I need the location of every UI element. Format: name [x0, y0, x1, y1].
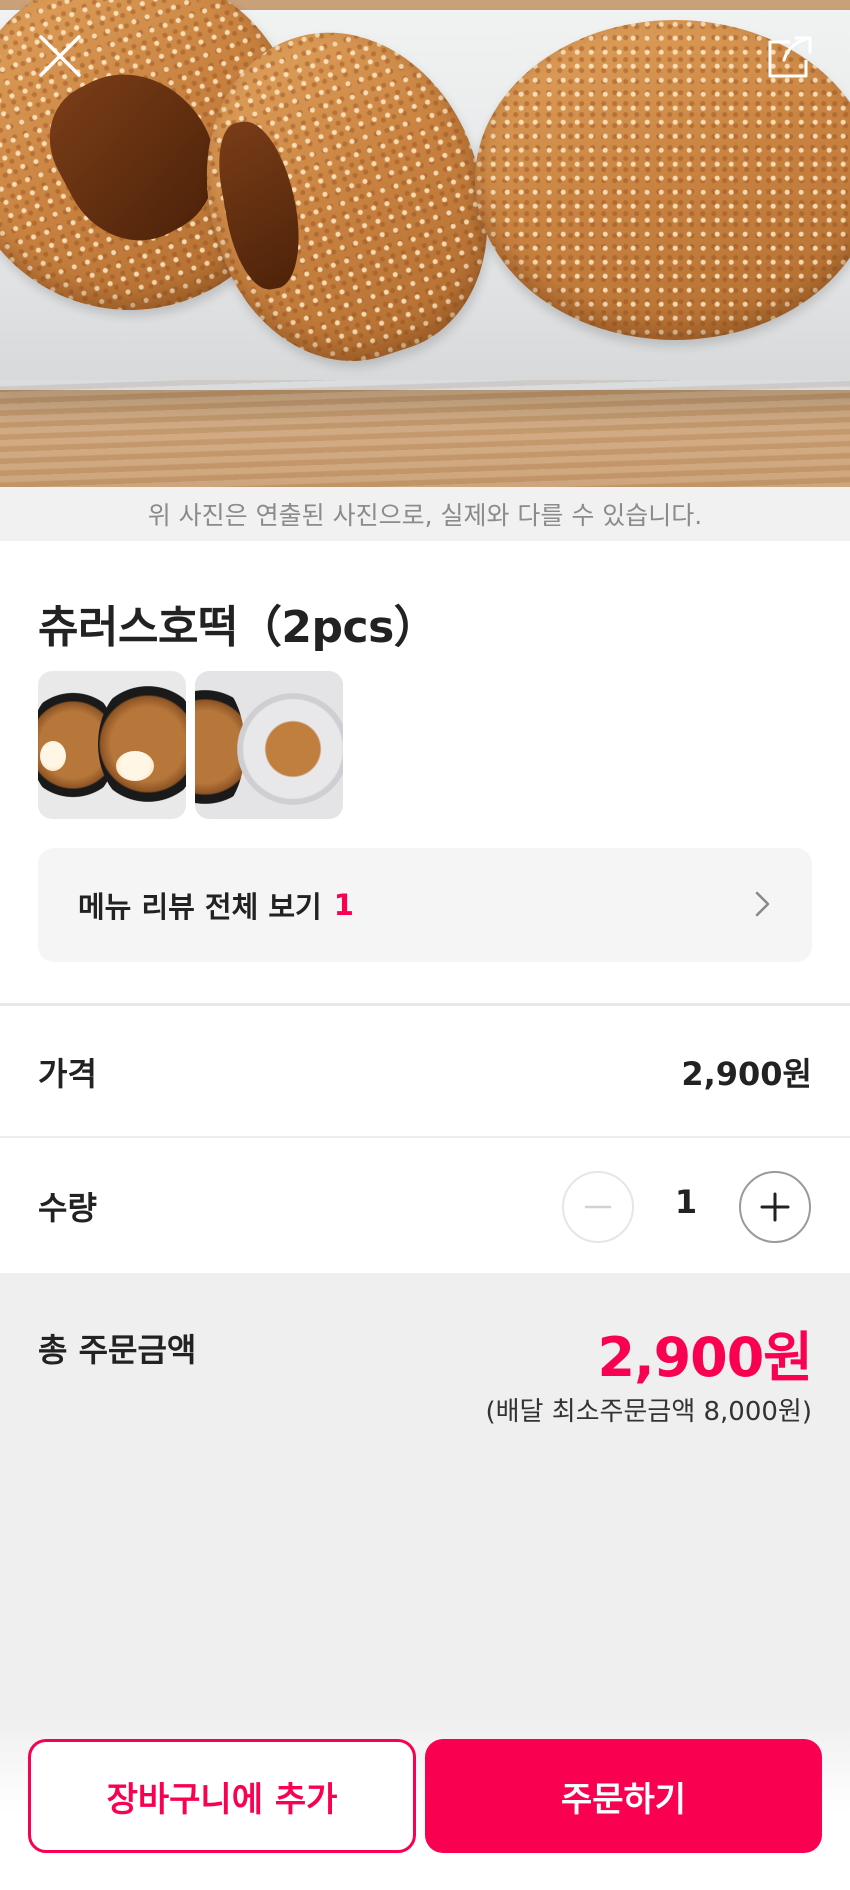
section-divider: [0, 1003, 850, 1006]
bowl-graphic: [98, 679, 186, 809]
row-divider: [0, 1136, 850, 1138]
add-to-cart-button[interactable]: 장바구니에 추가: [28, 1739, 416, 1853]
photo-disclaimer: 위 사진은 연출된 사진으로, 실제와 다를 수 있습니다.: [0, 487, 850, 541]
quantity-label: 수량: [38, 1189, 97, 1227]
menu-hero-image: [0, 0, 850, 487]
close-icon: [39, 35, 81, 77]
increase-quantity-button[interactable]: [739, 1171, 811, 1243]
review-photo-thumbnail[interactable]: [38, 671, 186, 819]
price-value: 2,900원: [681, 1055, 812, 1093]
price-label: 가격: [38, 1055, 97, 1093]
close-button[interactable]: [30, 26, 90, 86]
total-value: 2,900원: [597, 1326, 813, 1389]
share-button[interactable]: [760, 26, 820, 86]
total-label: 총 주문금액: [38, 1331, 197, 1369]
minus-icon: [584, 1205, 612, 1209]
egg-graphic: [40, 741, 66, 771]
review-photo-thumbnail[interactable]: [195, 671, 343, 819]
plus-icon: [760, 1192, 790, 1222]
decrease-quantity-button[interactable]: [562, 1171, 634, 1243]
menu-info-section: 츄러스호떡（2pcs） 메뉴 리뷰 전체 보기 1 가격 2,900원 수량 1: [0, 541, 850, 1273]
menu-title: 츄러스호떡（2pcs）: [38, 602, 438, 653]
quantity-row: 수량 1: [0, 1139, 850, 1269]
minimum-order-note: (배달 최소주문금액 8,000원): [485, 1397, 812, 1427]
all-reviews-link[interactable]: 메뉴 리뷰 전체 보기 1: [38, 848, 812, 962]
share-icon: [768, 36, 812, 78]
chevron-right-icon: [755, 891, 770, 917]
price-row: 가격 2,900원: [0, 1007, 850, 1137]
bottom-action-bar: 장바구니에 추가 주문하기: [0, 1720, 850, 1890]
review-count: 1: [333, 888, 354, 922]
quantity-value: 1: [674, 1183, 698, 1221]
order-button[interactable]: 주문하기: [425, 1739, 822, 1853]
container-graphic: [237, 693, 343, 805]
table-graphic: [0, 380, 850, 487]
all-reviews-label: 메뉴 리뷰 전체 보기: [78, 890, 322, 924]
egg-graphic: [116, 751, 154, 781]
menu-detail-page: 위 사진은 연출된 사진으로, 실제와 다를 수 있습니다. 츄러스호떡（2pc…: [0, 0, 850, 1890]
